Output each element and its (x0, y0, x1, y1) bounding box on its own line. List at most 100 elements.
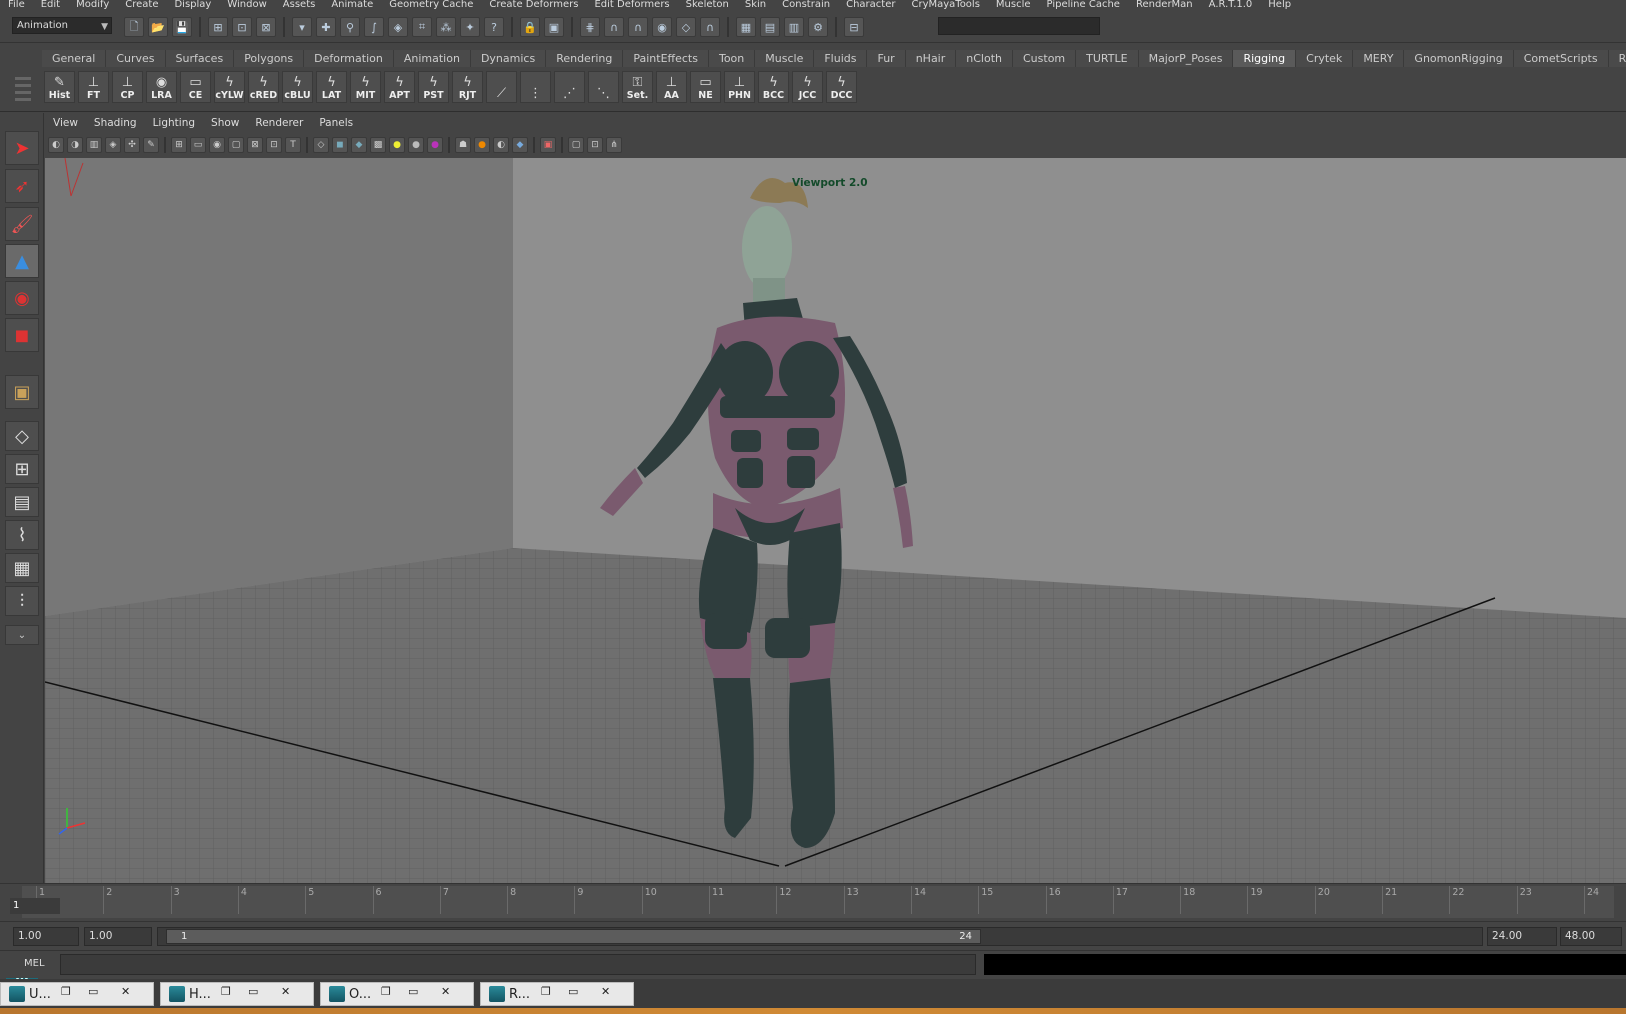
select-by-object-icon[interactable]: ⊡ (232, 17, 252, 37)
camera-attributes-icon[interactable]: ◑ (67, 137, 83, 153)
wireframe-on-shaded-icon[interactable]: ◆ (351, 137, 367, 153)
input-line-field[interactable] (938, 17, 1100, 35)
shelf-tab-dynamics[interactable]: Dynamics (470, 50, 547, 67)
menu-muscle[interactable]: Muscle (988, 0, 1039, 11)
shelf-tab-crytek[interactable]: Crytek (1296, 50, 1354, 67)
menu-create-deformers[interactable]: Create Deformers (481, 0, 586, 11)
snap-to-projected-center-icon[interactable]: ◉ (652, 17, 672, 37)
menu-crymayatools[interactable]: CryMayaTools (903, 0, 987, 11)
render-current-frame-icon[interactable]: ▤ (760, 17, 780, 37)
minimized-window[interactable]: U... ❐ ▭ ✕ (0, 982, 154, 1006)
isolate-select-icon[interactable]: ☗ (455, 137, 471, 153)
minimized-window[interactable]: R... ❐ ▭ ✕ (480, 982, 634, 1006)
rotate-tool-icon[interactable]: ◉ (5, 281, 39, 315)
menu-pipeline-cache[interactable]: Pipeline Cache (1039, 0, 1128, 11)
shelf-menu-handle[interactable] (13, 73, 33, 109)
input-line-mode-icon[interactable]: ⊟ (844, 17, 864, 37)
wireframe-icon[interactable]: ◇ (313, 137, 329, 153)
shelf-tab-renderman[interactable]: RenderMan (1608, 50, 1626, 67)
menu-modify[interactable]: Modify (68, 0, 117, 11)
shelf-button-ne[interactable]: ▭ NE (690, 71, 721, 103)
pick-misc-icon[interactable]: ? (484, 17, 504, 37)
shelf-tab-fur[interactable]: Fur (867, 50, 906, 67)
shelf-tab-ncloth[interactable]: nCloth (956, 50, 1013, 67)
select-by-component-icon[interactable]: ⊠ (256, 17, 276, 37)
pick-handle-icon[interactable]: ✚ (316, 17, 336, 37)
shelf-button-tool-16[interactable]: ⋱ (588, 71, 619, 103)
menu-assets[interactable]: Assets (275, 0, 324, 11)
safe-title-icon[interactable]: T (285, 137, 301, 153)
shelf-tab-muscle[interactable]: Muscle (755, 50, 815, 67)
construction-history-icon[interactable]: ▦ (736, 17, 756, 37)
shelf-tab-custom[interactable]: Custom (1013, 50, 1077, 67)
time-slider[interactable]: 1 2 3 4 5 6 7 8 9 10 11 12 13 14 15 16 17 18 19 20 21 22 23 24 … (0, 883, 1626, 920)
grid-icon[interactable]: ⊞ (171, 137, 187, 153)
menu-a-r-t-1-0[interactable]: A.R.T.1.0 (1201, 0, 1261, 11)
shelf-tab-fluids[interactable]: Fluids (814, 50, 868, 67)
shelf-button-ce[interactable]: ▭ CE (180, 71, 211, 103)
new-scene-icon[interactable]: 🗋 (124, 17, 144, 37)
menu-geometry-cache[interactable]: Geometry Cache (381, 0, 481, 11)
gate-mask-icon[interactable]: ▢ (228, 137, 244, 153)
frame-selection-icon[interactable]: ⊡ (587, 137, 603, 153)
maximize-icon[interactable]: ▭ (568, 985, 578, 998)
camera-select-highlight-icon[interactable]: ▣ (540, 137, 556, 153)
shelf-tab-rigging[interactable]: Rigging (1233, 50, 1297, 67)
script-language-toggle[interactable]: MEL (24, 958, 45, 969)
menu-window[interactable]: Window (219, 0, 274, 11)
shelf-tab-gnomonrigging[interactable]: GnomonRigging (1404, 50, 1514, 67)
select-by-hierarchy-icon[interactable]: ⊞ (208, 17, 228, 37)
close-icon[interactable]: ✕ (441, 985, 450, 998)
scale-tool-icon[interactable]: ◼ (5, 318, 39, 352)
bounding-box-icon[interactable]: ▢ (568, 137, 584, 153)
range-slider-track[interactable]: 1 24 (157, 927, 1483, 946)
playback-start-time-field[interactable]: 1.00 (84, 927, 152, 946)
shelf-button-lat[interactable]: ϟ LAT (316, 71, 347, 103)
time-slider-track[interactable]: 1 2 3 4 5 6 7 8 9 10 11 12 13 14 15 16 17 18 19 20 21 22 23 24 (22, 886, 1614, 918)
restore-icon[interactable]: ❐ (221, 985, 231, 998)
film-gate-icon[interactable]: ▭ (190, 137, 206, 153)
resolution-gate-icon[interactable]: ◉ (209, 137, 225, 153)
restore-icon[interactable]: ❐ (61, 985, 71, 998)
shelf-tab-cometscripts[interactable]: CometScripts (1513, 50, 1609, 67)
shelf-tab-mery[interactable]: MERY (1353, 50, 1405, 67)
maximize-icon[interactable]: ▭ (408, 985, 418, 998)
panel-menu-lighting[interactable]: Lighting (145, 117, 203, 131)
current-frame-indicator[interactable]: 1 (10, 898, 60, 914)
hypershade-layout-icon[interactable]: ▦ (5, 553, 39, 583)
menu-help[interactable]: Help (1260, 0, 1299, 11)
highlight-selection-icon[interactable]: ▣ (544, 17, 564, 37)
shelf-button-pst[interactable]: ϟ PST (418, 71, 449, 103)
shelf-button-aa[interactable]: ⊥ AA (656, 71, 687, 103)
panel-menu-panels[interactable]: Panels (311, 117, 361, 131)
maximize-icon[interactable]: ▭ (88, 985, 98, 998)
close-icon[interactable]: ✕ (121, 985, 130, 998)
four-view-layout-icon[interactable]: ⊞ (5, 454, 39, 484)
pick-deformations-icon[interactable]: ⌗ (412, 17, 432, 37)
shelf-tab-turtle[interactable]: TURTLE (1076, 50, 1139, 67)
menu-file[interactable]: File (0, 0, 33, 11)
pick-surfaces-icon[interactable]: ◈ (388, 17, 408, 37)
shelf-tab-surfaces[interactable]: Surfaces (165, 50, 235, 67)
animation-end-time-field[interactable]: 48.00 (1560, 927, 1622, 946)
shelf-button-tool-14[interactable]: ⋮ (520, 71, 551, 103)
pick-rendering-icon[interactable]: ✦ (460, 17, 480, 37)
command-input[interactable] (60, 954, 976, 975)
shelf-tab-polygons[interactable]: Polygons (234, 50, 305, 67)
shelf-tab-nhair[interactable]: nHair (905, 50, 957, 67)
single-perspective-layout-icon[interactable]: ◇ (5, 421, 39, 451)
shelf-tab-animation[interactable]: Animation (393, 50, 471, 67)
shelf-button-bcc[interactable]: ϟ BCC (758, 71, 789, 103)
paint-select-tool-icon[interactable]: 🖌 (5, 207, 39, 241)
menu-renderman[interactable]: RenderMan (1128, 0, 1201, 11)
outliner-graph-layout-icon[interactable]: ⫶ (5, 586, 39, 616)
shelf-button-hist[interactable]: ✎ Hist (44, 71, 75, 103)
shelf-tab-painteffects[interactable]: PaintEffects (623, 50, 709, 67)
select-tool-icon[interactable]: ➤ (5, 131, 39, 165)
panel-menu-shading[interactable]: Shading (86, 117, 145, 131)
menu-create[interactable]: Create (117, 0, 166, 11)
maximize-icon[interactable]: ▭ (248, 985, 258, 998)
viewport-3d[interactable]: Viewport 2.0 (45, 158, 1626, 883)
panel-menu-renderer[interactable]: Renderer (247, 117, 311, 131)
xray-joints-icon[interactable]: ◐ (493, 137, 509, 153)
